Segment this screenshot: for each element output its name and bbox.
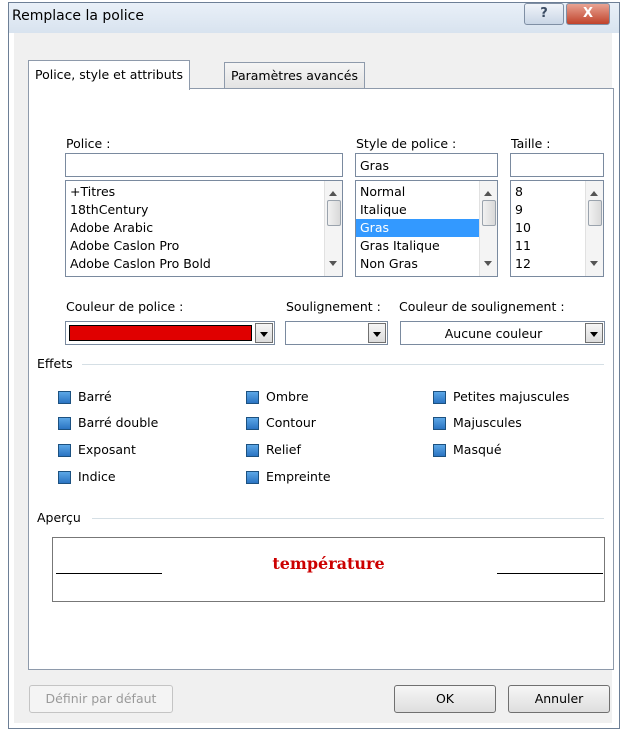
font-input[interactable] — [65, 153, 343, 177]
underline-color-value: Aucune couleur — [444, 326, 543, 341]
small-caps-label: Petites majuscules — [453, 389, 570, 404]
scroll-thumb[interactable] — [588, 200, 602, 226]
size-label: Taille : — [511, 136, 551, 151]
checkbox-emboss[interactable] — [246, 444, 259, 457]
underline-combo[interactable] — [285, 321, 388, 345]
all-caps-label: Majuscules — [453, 415, 522, 430]
underline-color-dropdown-button[interactable] — [585, 323, 603, 343]
list-item-selected[interactable]: Gras — [356, 219, 497, 237]
window-title: Remplace la police — [12, 8, 144, 24]
help-button[interactable]: ? — [524, 3, 564, 25]
tab-font-style[interactable]: Police, style et attributs — [28, 60, 191, 90]
checkbox-strikethrough[interactable] — [58, 391, 71, 404]
effects-divider — [82, 364, 604, 365]
list-item[interactable]: Gras Italique — [356, 237, 497, 255]
font-color-label: Couleur de police : — [66, 299, 184, 314]
style-list[interactable]: Normal Italique Gras Gras Italique Non G… — [355, 180, 498, 277]
size-list-scrollbar[interactable] — [585, 181, 603, 276]
preview-baseline-right — [497, 573, 603, 574]
scroll-up-icon — [484, 191, 492, 196]
strikethrough-label: Barré — [78, 389, 112, 404]
underline-dropdown-button[interactable] — [368, 323, 386, 343]
preview-baseline-left — [56, 573, 162, 574]
scroll-thumb[interactable] — [482, 200, 496, 226]
scroll-down-icon — [329, 261, 337, 266]
chevron-down-icon — [373, 332, 381, 337]
style-label: Style de police : — [356, 136, 457, 151]
list-item[interactable]: Adobe Caslon Pro Bold — [66, 255, 342, 273]
scroll-up-icon — [590, 191, 598, 196]
checkbox-subscript[interactable] — [58, 471, 71, 484]
font-color-combo[interactable] — [65, 321, 275, 345]
list-item[interactable]: Adobe Arabic — [66, 219, 342, 237]
list-item[interactable]: Non Gras — [356, 255, 497, 273]
checkbox-outline[interactable] — [246, 417, 259, 430]
preview-label: Aperçu — [37, 510, 81, 525]
font-color-dropdown-button[interactable] — [255, 323, 273, 343]
close-button[interactable]: X — [566, 3, 610, 25]
emboss-label: Relief — [266, 442, 301, 457]
list-item[interactable]: Italique — [356, 201, 497, 219]
superscript-label: Exposant — [78, 442, 136, 457]
list-item[interactable]: Normal — [356, 183, 497, 201]
underline-label: Soulignement : — [286, 299, 381, 314]
preview-box: température — [52, 537, 605, 602]
font-label: Police : — [66, 136, 111, 151]
scroll-up-icon — [329, 191, 337, 196]
size-input[interactable] — [510, 153, 604, 177]
shadow-label: Ombre — [266, 389, 309, 404]
tab-advanced[interactable]: Paramètres avancés — [224, 62, 365, 88]
preview-divider — [92, 518, 604, 519]
scroll-thumb[interactable] — [327, 200, 341, 226]
scroll-down-icon — [484, 261, 492, 266]
checkbox-superscript[interactable] — [58, 444, 71, 457]
checkbox-shadow[interactable] — [246, 391, 259, 404]
effects-label: Effets — [37, 356, 73, 371]
hidden-label: Masqué — [453, 442, 502, 457]
underline-color-label: Couleur de soulignement : — [399, 299, 565, 314]
double-strikethrough-label: Barré double — [78, 415, 159, 430]
list-item[interactable]: 18thCentury — [66, 201, 342, 219]
chevron-down-icon — [590, 332, 598, 337]
outline-label: Contour — [266, 415, 316, 430]
checkbox-engrave[interactable] — [246, 471, 259, 484]
style-list-scrollbar[interactable] — [479, 181, 497, 276]
checkbox-all-caps[interactable] — [433, 417, 446, 430]
underline-color-combo[interactable]: Aucune couleur — [400, 321, 605, 345]
chevron-down-icon — [260, 332, 268, 337]
preview-text: température — [272, 554, 385, 573]
cancel-button[interactable]: Annuler — [508, 685, 610, 713]
style-input-value: Gras — [360, 158, 389, 173]
checkbox-hidden[interactable] — [433, 444, 446, 457]
size-list[interactable]: 8 9 10 11 12 — [510, 180, 604, 277]
engrave-label: Empreinte — [266, 469, 331, 484]
list-item[interactable]: +Titres — [66, 183, 342, 201]
style-input[interactable]: Gras — [355, 153, 498, 177]
set-default-button[interactable]: Définir par défaut — [29, 685, 173, 713]
subscript-label: Indice — [78, 469, 116, 484]
checkbox-double-strikethrough[interactable] — [58, 417, 71, 430]
list-item[interactable]: Adobe Caslon Pro — [66, 237, 342, 255]
checkbox-small-caps[interactable] — [433, 391, 446, 404]
font-color-swatch — [69, 325, 252, 341]
scroll-down-icon — [590, 261, 598, 266]
font-list-scrollbar[interactable] — [324, 181, 342, 276]
font-list[interactable]: +Titres 18thCentury Adobe Arabic Adobe C… — [65, 180, 343, 277]
ok-button[interactable]: OK — [394, 685, 496, 713]
